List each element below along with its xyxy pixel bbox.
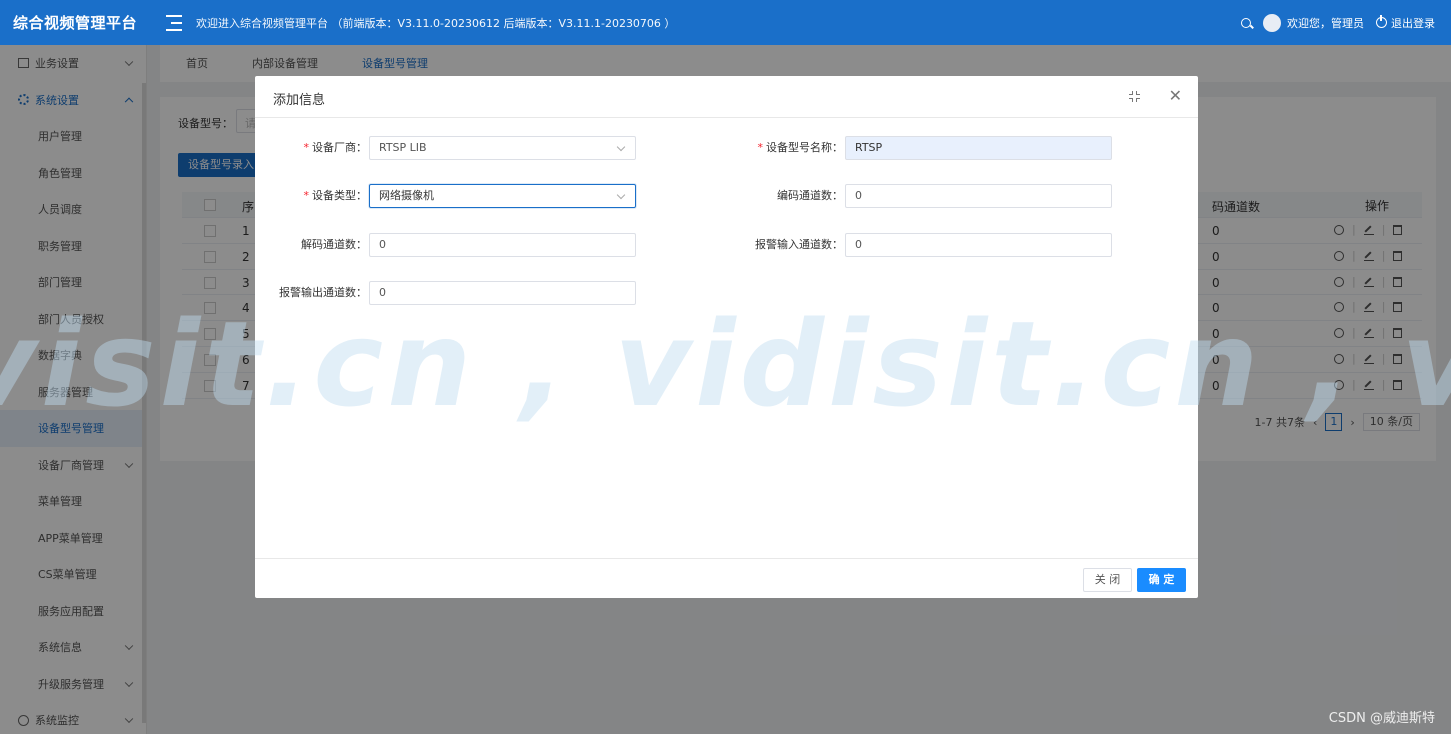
logout-button[interactable]: 退出登录 <box>1376 15 1435 31</box>
alarm-in-label: 报警输入通道数： <box>755 238 843 251</box>
alarm-out-input[interactable]: 0 <box>369 281 636 305</box>
header-actions: 欢迎您，管理员 退出登录 <box>1241 0 1435 45</box>
menu-toggle-icon[interactable] <box>166 14 182 31</box>
decode-channels-value: 0 <box>379 238 386 251</box>
vendor-value: RTSP LIB <box>379 141 427 154</box>
power-icon <box>1376 15 1387 28</box>
encode-channels-input[interactable]: 0 <box>845 184 1112 208</box>
chevron-down-icon <box>616 190 626 200</box>
alarm-in-input[interactable]: 0 <box>845 233 1112 257</box>
dialog-title: 添加信息 <box>273 93 326 108</box>
decode-channels-label: 解码通道数： <box>301 238 367 251</box>
device-type-select[interactable]: 网络摄像机 <box>369 184 636 208</box>
add-info-dialog: 添加信息 ✕ * 设备厂商： RTSP LIB * 设备类型： 网络摄像机 解码通道… <box>255 76 1198 598</box>
user-greeting: 欢迎您，管理员 <box>1287 16 1364 30</box>
dialog-header: 添加信息 ✕ <box>255 76 1198 118</box>
top-header: 综合视频管理平台 欢迎进入综合视频管理平台 （前端版本：V3.11.0-2023… <box>0 0 1451 45</box>
dialog-footer: 关 闭 确 定 <box>255 558 1198 598</box>
alarm-in-value: 0 <box>855 238 862 251</box>
close-icon[interactable]: ✕ <box>1169 87 1182 105</box>
logout-label: 退出登录 <box>1391 16 1435 30</box>
model-name-input[interactable]: RTSP <box>845 136 1112 160</box>
app-brand: 综合视频管理平台 <box>12 14 137 32</box>
device-type-label: * 设备类型： <box>303 189 368 202</box>
vendor-select[interactable]: RTSP LIB <box>369 136 636 160</box>
encode-channels-label: 编码通道数： <box>777 189 843 202</box>
avatar <box>1263 13 1281 32</box>
fullscreen-icon[interactable] <box>1129 91 1140 102</box>
user-menu[interactable]: 欢迎您，管理员 <box>1263 13 1364 32</box>
alarm-out-value: 0 <box>379 286 386 299</box>
welcome-text: 欢迎进入综合视频管理平台 （前端版本：V3.11.0-20230612 后端版本… <box>196 16 676 30</box>
vendor-label: * 设备厂商： <box>303 141 368 154</box>
close-button[interactable]: 关 闭 <box>1083 568 1132 592</box>
device-type-value: 网络摄像机 <box>379 189 434 202</box>
footer-credit: CSDN @威迪斯特 <box>1328 711 1435 726</box>
encode-channels-value: 0 <box>855 189 862 202</box>
model-name-label: * 设备型号名称： <box>757 141 844 154</box>
decode-channels-input[interactable]: 0 <box>369 233 636 257</box>
search-icon[interactable] <box>1241 17 1251 28</box>
alarm-out-label: 报警输出通道数： <box>279 286 367 299</box>
chevron-down-icon <box>616 142 626 152</box>
model-name-value: RTSP <box>855 141 883 154</box>
confirm-button[interactable]: 确 定 <box>1137 568 1186 592</box>
